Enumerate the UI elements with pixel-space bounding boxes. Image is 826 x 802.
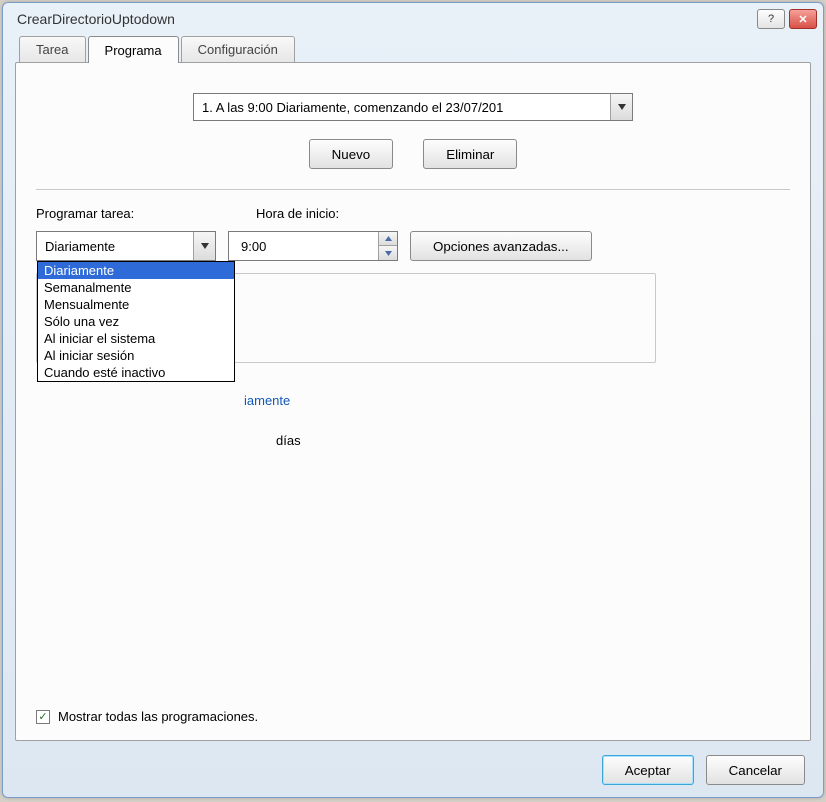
show-all-label: Mostrar todas las programaciones.	[58, 709, 258, 724]
tab-configuracion[interactable]: Configuración	[181, 36, 295, 63]
list-item[interactable]: Al iniciar el sistema	[38, 330, 234, 347]
window-title: CrearDirectorioUptodown	[17, 11, 757, 27]
tab-tarea[interactable]: Tarea	[19, 36, 86, 63]
help-button[interactable]: ?	[757, 9, 785, 29]
chevron-down-icon[interactable]	[610, 94, 632, 120]
close-button[interactable]: ✕	[789, 9, 817, 29]
ok-button[interactable]: Aceptar	[602, 755, 694, 785]
help-icon: ?	[768, 13, 774, 25]
cancel-button[interactable]: Cancelar	[706, 755, 805, 785]
start-time-value: 9:00	[229, 239, 378, 254]
show-all-checkbox[interactable]: ✓	[36, 710, 50, 724]
divider	[36, 189, 790, 190]
dialog-buttons: Aceptar Cancelar	[15, 741, 811, 785]
advanced-options-button[interactable]: Opciones avanzadas...	[410, 231, 592, 261]
frequency-dropdown-list: Diariamente Semanalmente Mensualmente Só…	[37, 261, 235, 382]
dialog-window: CrearDirectorioUptodown ? ✕ Tarea Progra…	[2, 2, 824, 798]
spinner-buttons	[378, 232, 397, 260]
list-item[interactable]: Cuando esté inactivo	[38, 364, 234, 381]
schedule-dropdown-text: 1. A las 9:00 Diariamente, comenzando el…	[194, 100, 610, 115]
schedule-dropdown[interactable]: 1. A las 9:00 Diariamente, comenzando el…	[193, 93, 633, 121]
spin-up-button[interactable]	[379, 232, 397, 246]
controls-row: Diariamente Diariamente Semanalmente Men…	[36, 231, 790, 261]
labels-row: Programar tarea: Hora de inicio:	[36, 206, 790, 221]
start-time-label: Hora de inicio:	[256, 206, 339, 221]
tab-panel: 1. A las 9:00 Diariamente, comenzando el…	[15, 62, 811, 741]
tab-strip: Tarea Programa Configuración	[19, 35, 811, 62]
list-item[interactable]: Diariamente	[38, 262, 234, 279]
chevron-down-icon[interactable]	[193, 232, 215, 260]
delete-button[interactable]: Eliminar	[423, 139, 517, 169]
schedule-row: 1. A las 9:00 Diariamente, comenzando el…	[36, 93, 790, 121]
days-label: días	[276, 433, 301, 448]
list-item[interactable]: Semanalmente	[38, 279, 234, 296]
titlebar-buttons: ? ✕	[757, 9, 817, 29]
frequency-combo-text: Diariamente	[37, 239, 193, 254]
schedule-task-label: Programar tarea:	[36, 206, 226, 221]
list-item[interactable]: Al iniciar sesión	[38, 347, 234, 364]
client-area: Tarea Programa Configuración 1. A las 9:…	[15, 35, 811, 785]
show-all-row: ✓ Mostrar todas las programaciones.	[36, 709, 790, 724]
check-icon: ✓	[38, 710, 47, 723]
list-item[interactable]: Mensualmente	[38, 296, 234, 313]
close-icon: ✕	[798, 13, 807, 26]
new-delete-row: Nuevo Eliminar	[36, 139, 790, 169]
start-time-spinner[interactable]: 9:00	[228, 231, 398, 261]
titlebar: CrearDirectorioUptodown ? ✕	[3, 3, 823, 35]
group-title-partial: iamente	[244, 393, 290, 408]
new-button[interactable]: Nuevo	[309, 139, 394, 169]
spin-down-button[interactable]	[379, 246, 397, 260]
tab-programa[interactable]: Programa	[88, 36, 179, 63]
list-item[interactable]: Sólo una vez	[38, 313, 234, 330]
frequency-combo[interactable]: Diariamente Diariamente Semanalmente Men…	[36, 231, 216, 261]
